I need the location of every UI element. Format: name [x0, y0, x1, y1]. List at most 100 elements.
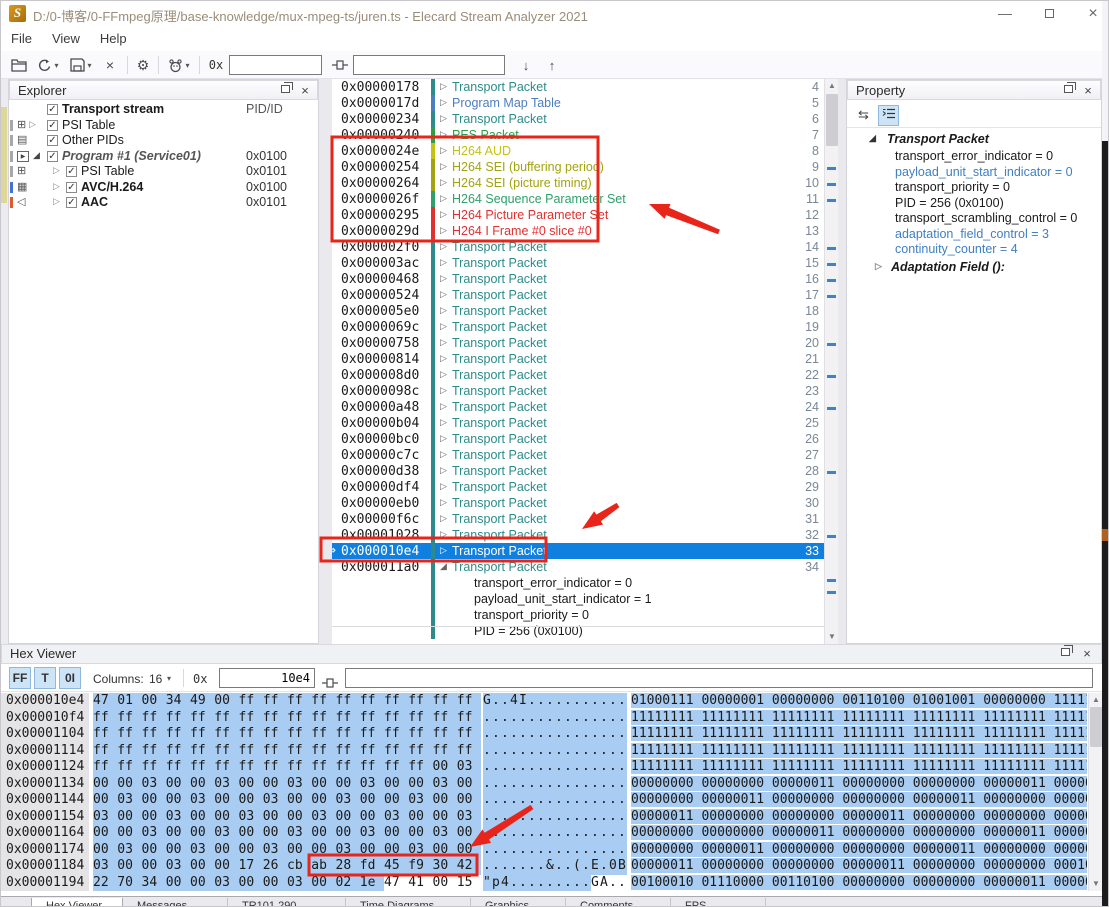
hex-scrollbar[interactable]: ▲ ▼	[1088, 693, 1102, 891]
packet-detail-row[interactable]: payload_unit_start_indicator = 1	[332, 591, 838, 607]
hex-byte[interactable]: ff	[93, 709, 118, 726]
explorer-row[interactable]: ▶ ◢ ✓ Program #1 (Service01) 0x0100	[9, 149, 318, 165]
hex-byte[interactable]: ff	[238, 709, 263, 726]
float-panel-button[interactable]	[1060, 82, 1076, 99]
explorer-row[interactable]: ⊞ ▷ ✓ PSI Table	[9, 118, 318, 134]
hex-byte[interactable]: 00	[238, 792, 263, 809]
collapse-icon[interactable]: ◢	[869, 133, 876, 144]
hex-byte[interactable]: 00	[141, 693, 166, 710]
close-file-button[interactable]: ×	[101, 54, 119, 76]
hex-byte[interactable]: 00	[117, 808, 142, 825]
packet-row[interactable]: 0x00000d38 ▷ Transport Packet 28	[332, 463, 838, 479]
hex-byte[interactable]: 00	[190, 825, 215, 842]
expand-icon[interactable]: ▷	[440, 417, 447, 428]
hex-byte[interactable]: ff	[408, 693, 433, 710]
hex-byte[interactable]: 00	[117, 775, 142, 792]
hex-byte[interactable]: 03	[384, 808, 409, 825]
packet-row[interactable]: 0x0000098c ▷ Transport Packet 23	[332, 383, 838, 399]
hex-row[interactable]: 0x00001154 03 00 00 03 00 00 03 00 00 03 00 00 03 00 00…	[1, 808, 1088, 825]
hex-byte[interactable]: ff	[214, 726, 239, 743]
hex-byte[interactable]: ff	[456, 742, 481, 759]
hex-byte[interactable]: 03	[214, 874, 239, 891]
hex-byte[interactable]: 00	[117, 825, 142, 842]
hex-byte[interactable]: ff	[384, 759, 409, 776]
hex-byte[interactable]: 03	[117, 841, 142, 858]
hex-byte[interactable]: 00	[311, 792, 336, 809]
hex-byte[interactable]: ff	[262, 693, 287, 710]
reload-button[interactable]: ▾	[34, 54, 62, 76]
property-field[interactable]: transport_scrambling_control = 0	[847, 211, 1101, 227]
hex-byte[interactable]: ff	[287, 693, 312, 710]
hex-row[interactable]: 0x00001184 03 00 00 03 00 00 17 26 cb ab 28 fd 45 f9 30…	[1, 858, 1088, 875]
hex-byte[interactable]: ff	[287, 709, 312, 726]
hex-byte[interactable]: 00	[408, 775, 433, 792]
hex-byte[interactable]: ff	[141, 759, 166, 776]
bottom-tab-messages[interactable]: Messages	[123, 898, 228, 906]
hex-byte[interactable]: 00	[335, 808, 360, 825]
scroll-up-icon[interactable]: ▲	[825, 79, 839, 92]
property-field[interactable]: payload_unit_start_indicator = 0	[847, 165, 1101, 181]
hex-byte[interactable]: 00	[214, 858, 239, 875]
hex-byte[interactable]: 03	[214, 825, 239, 842]
hex-byte[interactable]: 34	[141, 874, 166, 891]
hex-byte[interactable]: ff	[311, 726, 336, 743]
hex-byte[interactable]: ff	[93, 726, 118, 743]
packet-detail-row[interactable]: transport_error_indicator = 0	[332, 575, 838, 591]
property-field[interactable]: adaptation_field_control = 3	[847, 227, 1101, 243]
hex-byte[interactable]: 34	[165, 693, 190, 710]
hex-row[interactable]: 0x00001134 00 00 03 00 00 03 00 00 03 00 00 03 00 00 03…	[1, 775, 1088, 792]
hex-byte[interactable]: 00	[432, 759, 457, 776]
packet-row[interactable]: ⇒ 0x000010e4 ▷ Transport Packet 33	[332, 543, 838, 559]
hex-byte[interactable]: ff	[456, 693, 481, 710]
hex-dump-area[interactable]: 0x000010e4 47 01 00 34 49 00 ff ff ff ff ff ff ff ff ff…	[1, 693, 1088, 891]
hex-byte[interactable]: 00	[408, 808, 433, 825]
hex-byte[interactable]: 00	[165, 825, 190, 842]
hex-byte[interactable]: 00	[311, 841, 336, 858]
checkbox[interactable]: ✓	[66, 181, 77, 193]
expand-icon[interactable]: ▷	[440, 193, 447, 204]
hex-byte[interactable]: ff	[335, 709, 360, 726]
adaptation-field-node[interactable]: ▷ Adaptation Field ():	[847, 260, 1101, 277]
hex-byte[interactable]: ff	[384, 693, 409, 710]
hex-byte[interactable]: 00	[311, 775, 336, 792]
search-input[interactable]	[353, 55, 505, 75]
hex-byte[interactable]: 00	[311, 825, 336, 842]
packet-row[interactable]: 0x0000017d ▷ Program Map Table 5	[332, 95, 838, 111]
expand-icon[interactable]: ▷	[440, 161, 447, 172]
hex-byte[interactable]: 00	[93, 825, 118, 842]
hex-byte[interactable]: ff	[408, 709, 433, 726]
hex-byte[interactable]: ff	[432, 709, 457, 726]
hex-mode-toggle[interactable]: FF	[9, 667, 31, 689]
hex-byte[interactable]: 03	[165, 858, 190, 875]
analyzer-options-button[interactable]: ▾	[164, 54, 194, 76]
hex-byte[interactable]: ff	[190, 742, 215, 759]
expand-icon[interactable]: ▷	[440, 321, 447, 332]
hex-byte[interactable]: ff	[165, 759, 190, 776]
hex-byte[interactable]: 00	[214, 792, 239, 809]
hex-byte[interactable]: ff	[384, 742, 409, 759]
text-mode-toggle[interactable]: T	[34, 667, 56, 689]
expand-icon[interactable]: ▷	[53, 165, 60, 176]
hex-byte[interactable]: ff	[262, 742, 287, 759]
hex-byte[interactable]: 00	[408, 825, 433, 842]
packet-row[interactable]: 0x00000f6c ▷ Transport Packet 31	[332, 511, 838, 527]
checkbox[interactable]: ✓	[47, 104, 58, 115]
hex-byte[interactable]: 00	[165, 841, 190, 858]
expand-icon[interactable]: ▷	[440, 497, 447, 508]
float-panel-button[interactable]	[277, 82, 293, 99]
hex-byte[interactable]: 00	[190, 775, 215, 792]
scrollbar-thumb[interactable]	[1090, 707, 1102, 747]
maximize-button[interactable]	[1032, 1, 1066, 27]
explorer-row[interactable]: ◁ ▷ ✓ AAC 0x0101	[9, 195, 318, 211]
hex-byte[interactable]: 00	[93, 792, 118, 809]
hex-byte[interactable]: 00	[165, 792, 190, 809]
hex-byte[interactable]: 00	[262, 775, 287, 792]
hex-byte[interactable]: 00	[384, 841, 409, 858]
hex-byte[interactable]: ff	[287, 726, 312, 743]
expand-icon[interactable]: ▷	[440, 225, 447, 236]
hex-search-input[interactable]	[345, 668, 1093, 688]
expand-icon[interactable]: ▷	[440, 529, 447, 540]
hex-byte[interactable]: fd	[359, 858, 384, 875]
close-panel-button[interactable]: ×	[297, 83, 313, 99]
hex-byte[interactable]: ff	[384, 726, 409, 743]
